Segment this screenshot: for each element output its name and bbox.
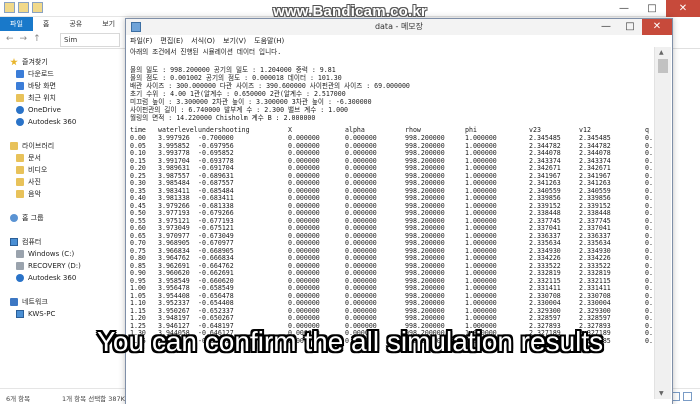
star-icon	[10, 58, 18, 66]
forward-arrow-icon[interactable]: →	[20, 34, 28, 44]
column-header: time	[130, 126, 146, 134]
nav-desktop[interactable]: 바탕 화면	[0, 80, 126, 92]
nav-label: Autodesk 360	[28, 118, 77, 126]
scroll-up-icon[interactable]: ▲	[659, 49, 664, 56]
desktop-icon	[16, 82, 24, 90]
nav-label: RECOVERY (D:)	[28, 262, 81, 270]
column-header: rhow	[405, 126, 421, 134]
column-header: v23	[529, 126, 541, 134]
autodesk-icon	[16, 274, 24, 282]
screen: — □ ✕ 파일 홈 공유 보기 ← → ↑ Sim 즐겨찾기 다운로드 바탕 …	[0, 0, 700, 404]
video-caption: You can confirm the all simulation resul…	[96, 326, 604, 357]
computer-icon	[10, 238, 18, 246]
network-icon	[10, 298, 18, 306]
notepad-menubar: 파일(F) 편집(E) 서식(O) 보기(V) 도움말(H)	[126, 35, 672, 47]
column-header: X	[288, 126, 292, 134]
homegroup-icon	[10, 214, 18, 222]
nav-label: OneDrive	[28, 106, 61, 114]
nav-computer[interactable]: 컴퓨터	[0, 236, 126, 248]
nav-label: KWS-PC	[28, 310, 56, 318]
minimize-icon[interactable]: —	[594, 19, 618, 35]
music-icon	[16, 190, 24, 198]
param-line: 물의 밀도 : 998.200000 공기의 밀도 : 1.204000 중력 …	[130, 66, 336, 74]
download-icon	[16, 70, 24, 78]
menu-edit[interactable]: 편집(E)	[156, 35, 187, 47]
recent-places-icon	[16, 94, 24, 102]
column-header: v12	[579, 126, 591, 134]
maximize-icon[interactable]: □	[618, 19, 642, 35]
scroll-down-icon[interactable]: ▼	[659, 390, 664, 397]
nav-label: 네트워크	[22, 298, 48, 306]
nav-label: 음악	[28, 190, 41, 198]
param-line: 미끄럼 높이 : 3.300000 2차관 높이 : 3.300000 3차관 …	[130, 98, 372, 106]
picture-icon	[16, 178, 24, 186]
close-icon[interactable]: ✕	[642, 19, 672, 35]
menu-help[interactable]: 도움말(H)	[250, 35, 288, 47]
nav-label: 컴퓨터	[22, 238, 42, 246]
param-line: 초기 수위 : 4.00 1관(알계수 : 0.650000 2관(알계수 : …	[130, 90, 346, 98]
scroll-thumb[interactable]	[658, 59, 668, 73]
notepad-title: data - 메모장	[374, 22, 424, 31]
nav-label: 사진	[28, 178, 41, 186]
view-toggle	[671, 392, 692, 401]
column-header: q	[645, 126, 649, 134]
column-header: undershooting	[198, 126, 250, 134]
cloud-icon	[16, 106, 24, 114]
notepad-window-controls: — □ ✕	[594, 19, 672, 35]
param-line: 물의 점도 : 0.001002 공기의 점도 : 0.000018 데이터 :…	[130, 74, 342, 82]
nav-drive-d[interactable]: RECOVERY (D:)	[0, 260, 126, 272]
nav-label: 라이브러리	[22, 142, 55, 150]
param-line: 월링의 면적 : 14.220000 Chisholm 계수 B : 2.000…	[130, 114, 316, 122]
intro-line: 아래의 조건에서 진행된 시뮬레이션 데이터 입니다.	[130, 48, 282, 56]
nav-documents[interactable]: 문서	[0, 152, 126, 164]
nav-autodesk-drive[interactable]: Autodesk 360	[0, 272, 126, 284]
large-icons-view-icon[interactable]	[683, 392, 692, 401]
column-header: alpha	[345, 126, 365, 134]
back-arrow-icon[interactable]: ←	[6, 34, 14, 44]
drive-icon	[16, 262, 24, 270]
nav-label: 문서	[28, 154, 41, 162]
status-selection: 1개 항목 선택함 387KB	[62, 395, 130, 403]
nav-label: 홈 그룹	[22, 214, 44, 222]
nav-homegroup[interactable]: 홈 그룹	[0, 212, 126, 224]
nav-label: 즐겨찾기	[22, 58, 48, 66]
nav-pictures[interactable]: 사진	[0, 176, 126, 188]
menu-view[interactable]: 보기(V)	[219, 35, 250, 47]
nav-label: 다운로드	[28, 70, 54, 78]
bandicam-watermark: www.Bandicam.co.kr	[273, 3, 427, 20]
nav-label: Autodesk 360	[28, 274, 77, 282]
nav-label: 바탕 화면	[28, 82, 56, 90]
nav-buttons: ← → ↑	[6, 34, 41, 44]
nav-recent[interactable]: 최근 위치	[0, 92, 126, 104]
param-line: 사이펀관의 길이 : 6.740000 발부계 수 : 2.300 밸브 계수 …	[130, 106, 349, 114]
column-header: phi	[465, 126, 477, 134]
status-item-count: 6개 항목	[6, 395, 31, 403]
nav-downloads[interactable]: 다운로드	[0, 68, 126, 80]
nav-onedrive[interactable]: OneDrive	[0, 104, 126, 116]
nav-music[interactable]: 음악	[0, 188, 126, 200]
library-icon	[10, 142, 18, 150]
autodesk-icon	[16, 118, 24, 126]
nav-videos[interactable]: 비디오	[0, 164, 126, 176]
address-input[interactable]: Sim	[60, 33, 120, 47]
menu-file[interactable]: 파일(F)	[126, 35, 156, 47]
documents-icon	[16, 154, 24, 162]
video-icon	[16, 166, 24, 174]
nav-libraries[interactable]: 라이브러리	[0, 140, 126, 152]
column-header: waterlevel	[158, 126, 198, 134]
nav-label: 최근 위치	[28, 94, 56, 102]
nav-autodesk[interactable]: Autodesk 360	[0, 116, 126, 128]
menu-format[interactable]: 서식(O)	[187, 35, 219, 47]
nav-network[interactable]: 네트워크	[0, 296, 126, 308]
nav-label: 비디오	[28, 166, 48, 174]
nav-kws-pc[interactable]: KWS-PC	[0, 308, 126, 320]
nav-label: Windows (C:)	[28, 250, 75, 258]
computer-icon	[16, 310, 24, 318]
notepad-titlebar: data - 메모장 — □ ✕	[126, 19, 672, 35]
param-line: 배관 사이즈 : 300.000000 다관 사이즈 : 390.600000 …	[130, 82, 410, 90]
up-arrow-icon[interactable]: ↑	[33, 34, 41, 44]
nav-favorites[interactable]: 즐겨찾기	[0, 56, 126, 68]
drive-icon	[16, 250, 24, 258]
nav-drive-c[interactable]: Windows (C:)	[0, 248, 126, 260]
